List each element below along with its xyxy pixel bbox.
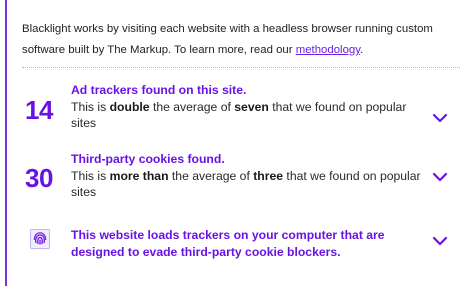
desc-emphasis: seven [234,100,269,114]
desc-text: This is [71,100,110,114]
desc-text: the average of [168,169,254,183]
ad-trackers-title: Ad trackers found on this site. [71,83,247,97]
desc-emphasis: three [253,169,284,183]
desc-emphasis: double [109,100,150,114]
evasion-warning-text: This website loads trackers on your comp… [71,228,385,259]
desc-text: This is [71,169,110,183]
desc-text: the average of [149,100,235,114]
desc-emphasis: more than [109,169,169,183]
finding-cookie-blocker-evasion[interactable]: This website loads trackers on your comp… [7,224,462,264]
intro-suffix: . [360,44,364,56]
methodology-link[interactable]: methodology [296,44,360,56]
chevron-down-icon[interactable] [431,232,449,250]
chevron-down-icon[interactable] [431,168,449,186]
intro-paragraph: Blacklight works by visiting each websit… [22,19,442,61]
cookies-title: Third-party cookies found. [71,152,225,166]
finding-third-party-cookies[interactable]: 30 Third-party cookies found. This is mo… [7,150,462,210]
chevron-down-icon[interactable] [431,109,449,127]
cookies-description: This is more than the average of three t… [71,168,421,200]
results-panel: Blacklight works by visiting each websit… [5,0,462,286]
ad-trackers-description: This is double the average of seven that… [71,99,421,131]
section-divider [22,67,460,68]
intro-text: Blacklight works by visiting each websit… [22,23,433,56]
cookies-count: 30 [25,163,53,193]
fingerprint-icon [30,229,50,249]
finding-ad-trackers[interactable]: 14 Ad trackers found on this site. This … [7,80,462,140]
ad-trackers-count: 14 [25,95,53,125]
